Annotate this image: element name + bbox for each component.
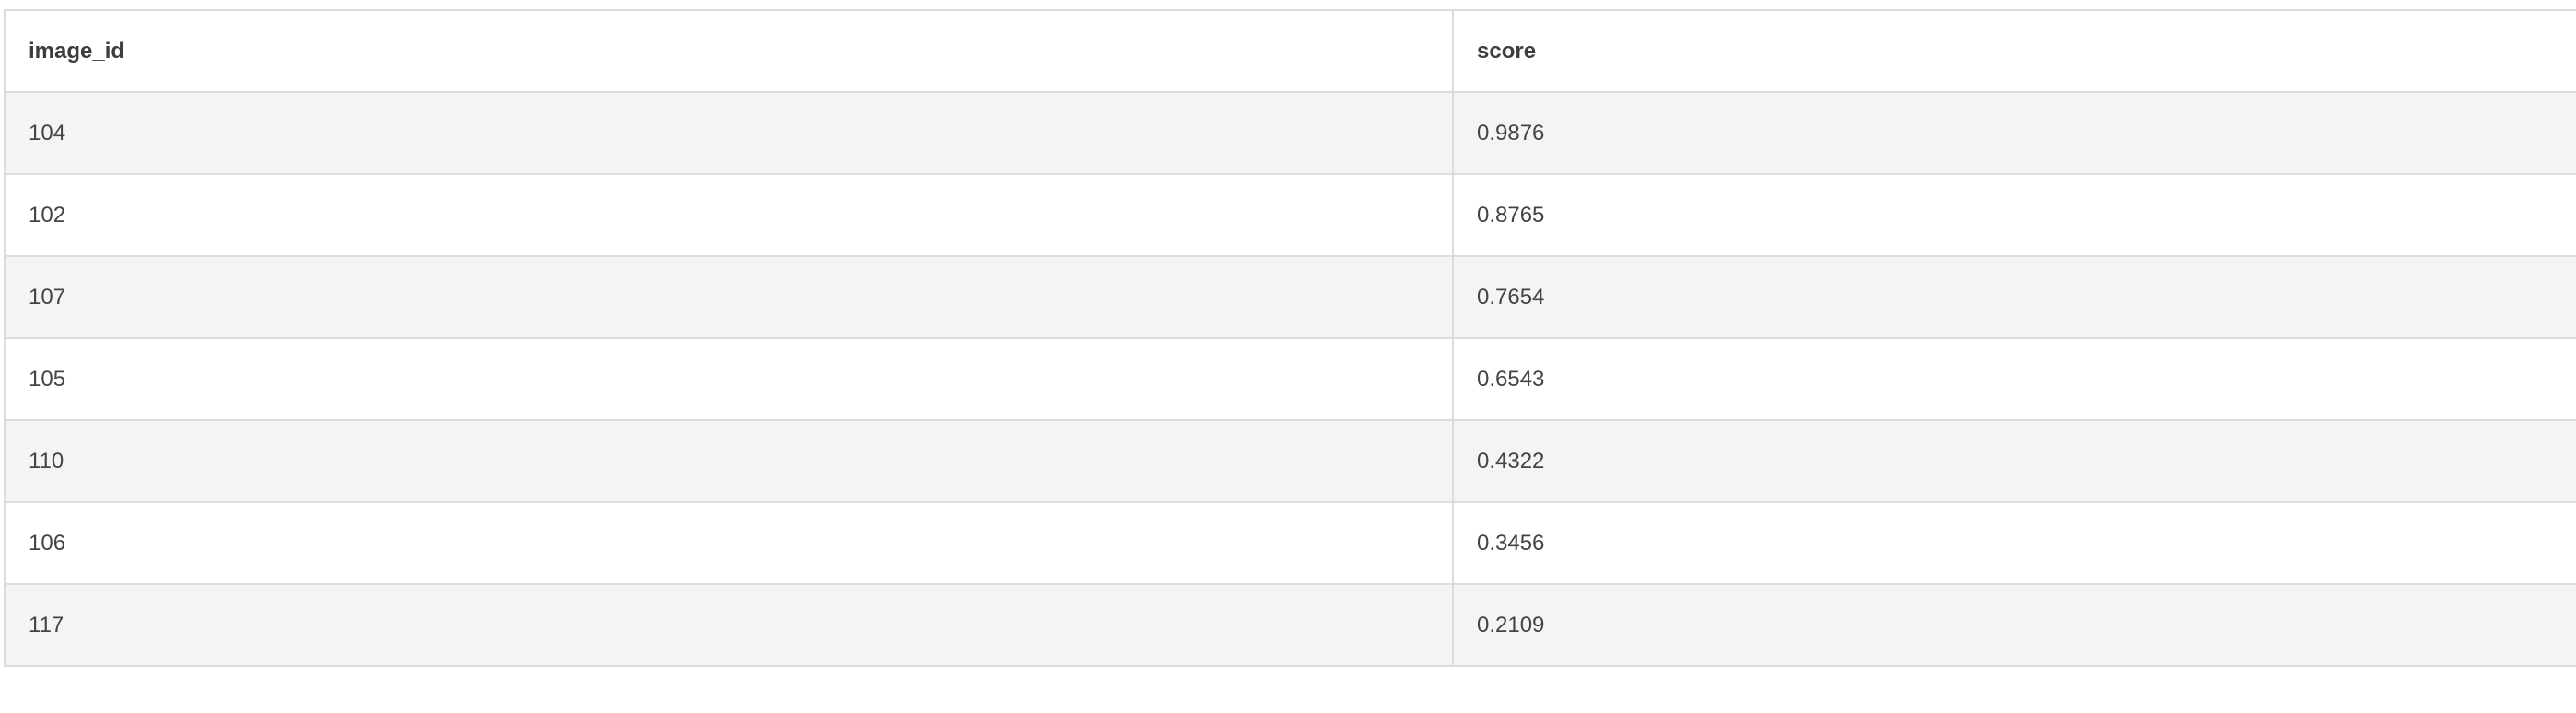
cell-score: 0.8765	[1452, 173, 2576, 257]
cell-image-id: 107	[4, 255, 1454, 339]
table-row: 105 0.6543	[4, 337, 2576, 421]
cell-score: 0.3456	[1452, 501, 2576, 585]
column-header-image-id: image_id	[4, 9, 1454, 93]
cell-score: 0.4322	[1452, 419, 2576, 503]
cell-score: 0.6543	[1452, 337, 2576, 421]
cell-image-id: 117	[4, 583, 1454, 667]
results-table: image_id score 104 0.9876 102 0.8765 107…	[4, 9, 2576, 667]
table-row: 104 0.9876	[4, 91, 2576, 175]
cell-score: 0.9876	[1452, 91, 2576, 175]
table-row: 102 0.8765	[4, 173, 2576, 257]
cell-image-id: 110	[4, 419, 1454, 503]
table-row: 117 0.2109	[4, 583, 2576, 667]
table-row: 106 0.3456	[4, 501, 2576, 585]
cell-image-id: 105	[4, 337, 1454, 421]
column-header-score: score	[1452, 9, 2576, 93]
table-header-row: image_id score	[4, 9, 2576, 93]
cell-image-id: 106	[4, 501, 1454, 585]
cell-image-id: 102	[4, 173, 1454, 257]
cell-score: 0.7654	[1452, 255, 2576, 339]
table-row: 107 0.7654	[4, 255, 2576, 339]
cell-image-id: 104	[4, 91, 1454, 175]
table-row: 110 0.4322	[4, 419, 2576, 503]
cell-score: 0.2109	[1452, 583, 2576, 667]
